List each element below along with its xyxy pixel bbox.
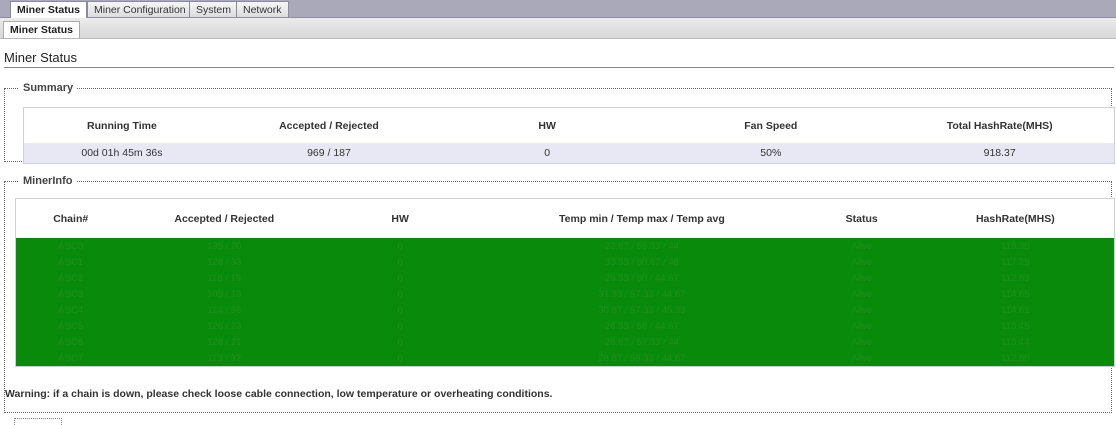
- header-temp: Temp min / Temp max / Temp avg: [477, 198, 807, 238]
- chain-accepted-rejected: 126 / 23: [125, 318, 324, 334]
- chain-accepted-rejected: 128 / 21: [125, 334, 324, 350]
- header-running-time: Running Time: [23, 107, 220, 143]
- header-status: Status: [806, 198, 917, 238]
- tab-network[interactable]: Network: [236, 1, 289, 17]
- header-total-hashrate: Total HashRate(MHS): [885, 107, 1115, 143]
- header-accepted-rejected: Accepted / Rejected: [219, 107, 439, 143]
- chain-temp: 22.67 / 55.33 / 44: [477, 238, 807, 254]
- chain-hw: 0: [323, 334, 478, 350]
- chain-status: Alive: [806, 254, 917, 270]
- chain-hashrate: 112.83: [916, 270, 1115, 286]
- chain-row: ASC7 113 / 32 0 28.67 / 59.33 / 44.67 Al…: [15, 350, 1115, 367]
- header-hw: HW: [438, 107, 657, 143]
- chain-hashrate: 117.29: [916, 254, 1115, 270]
- chain-temp: 33.33 / 60.67 / 46: [477, 254, 807, 270]
- chain-accepted-rejected: 113 / 32: [125, 350, 324, 367]
- chain-temp: 29.33 / 60 / 44.67: [477, 270, 807, 286]
- minerinfo-legend: MinerInfo: [23, 175, 73, 187]
- chain-hw: 0: [323, 350, 478, 367]
- chain-row: ASC3 109 / 13 0 31.33 / 57.33 / 44.67 Al…: [15, 286, 1115, 302]
- chain-temp: 28.67 / 59.33 / 44.67: [477, 350, 807, 367]
- chain-hw: 0: [323, 318, 478, 334]
- summary-header-row: Running Time Accepted / Rejected HW Fan …: [23, 107, 1115, 143]
- page-title: Miner Status: [4, 50, 77, 65]
- chain-status: Alive: [806, 350, 917, 367]
- minerinfo-table: Chain# Accepted / Rejected HW Temp min /…: [15, 198, 1115, 367]
- header-chain-hashrate: HashRate(MHS): [916, 198, 1115, 238]
- chain-id: ASC6: [15, 334, 126, 350]
- sub-nav-bar: Miner Status: [0, 18, 1116, 39]
- chain-hashrate: 119.30: [916, 238, 1115, 254]
- running-time-value: 00d 01h 45m 36s: [23, 143, 220, 164]
- chain-hashrate: 114.65: [916, 286, 1115, 302]
- chain-row: ASC4 114 / 36 0 30.67 / 57.33 / 45.33 Al…: [15, 302, 1115, 318]
- chain-status: Alive: [806, 238, 917, 254]
- chain-hashrate: 113.45: [916, 318, 1115, 334]
- header-chain: Chain#: [15, 198, 126, 238]
- chain-id: ASC1: [15, 254, 126, 270]
- chain-id: ASC3: [15, 286, 126, 302]
- chain-id: ASC2: [15, 270, 126, 286]
- chain-accepted-rejected: 116 / 19: [125, 270, 324, 286]
- chain-row: ASC1 128 / 33 0 33.33 / 60.67 / 46 Alive…: [15, 254, 1115, 270]
- fan-speed-value: 50%: [656, 143, 886, 164]
- chain-row: ASC2 116 / 19 0 29.33 / 60 / 44.67 Alive…: [15, 270, 1115, 286]
- chain-hw: 0: [323, 302, 478, 318]
- chain-accepted-rejected: 135 / 20: [125, 238, 324, 254]
- minerinfo-panel: MinerInfo Chain# Accepted / Rejected HW …: [4, 175, 1115, 413]
- header-fan-speed: Fan Speed: [656, 107, 886, 143]
- total-hashrate-value: 918.37: [885, 143, 1115, 164]
- tab-miner-status[interactable]: Miner Status: [10, 1, 88, 18]
- chain-row: ASC0 135 / 20 0 22.67 / 55.33 / 44 Alive…: [15, 238, 1115, 254]
- chain-id: ASC7: [15, 350, 126, 367]
- chain-accepted-rejected: 128 / 33: [125, 254, 324, 270]
- chain-temp: 30.67 / 57.33 / 45.33: [477, 302, 807, 318]
- chain-id: ASC4: [15, 302, 126, 318]
- chain-hw: 0: [323, 270, 478, 286]
- chain-status: Alive: [806, 270, 917, 286]
- chain-hw: 0: [323, 238, 478, 254]
- chain-id: ASC5: [15, 318, 126, 334]
- chain-hw: 0: [323, 286, 478, 302]
- chain-accepted-rejected: 114 / 36: [125, 302, 324, 318]
- chain-id: ASC0: [15, 238, 126, 254]
- chain-hashrate: 114.61: [916, 302, 1115, 318]
- top-nav-bar: Miner Status Miner Configuration System …: [0, 0, 1116, 18]
- summary-panel: Summary Running Time Accepted / Rejected…: [4, 82, 1115, 164]
- header-chain-accepted-rejected: Accepted / Rejected: [125, 198, 324, 238]
- title-divider: [4, 67, 1114, 68]
- summary-value-row: 00d 01h 45m 36s 969 / 187 0 50% 918.37: [23, 143, 1115, 164]
- chain-status: Alive: [806, 286, 917, 302]
- chain-temp: 31.33 / 57.33 / 44.67: [477, 286, 807, 302]
- tab-miner-configuration[interactable]: Miner Configuration: [87, 1, 193, 17]
- chain-status: Alive: [806, 318, 917, 334]
- chain-accepted-rejected: 109 / 13: [125, 286, 324, 302]
- tab-system[interactable]: System: [189, 1, 239, 17]
- chain-hw: 0: [323, 254, 478, 270]
- chain-row: ASC6 128 / 21 0 28.67 / 57.33 / 44 Alive…: [15, 334, 1115, 350]
- summary-table: Running Time Accepted / Rejected HW Fan …: [23, 107, 1115, 164]
- chain-temp: 28.67 / 57.33 / 44: [477, 334, 807, 350]
- chain-hashrate: 112.80: [916, 350, 1115, 367]
- accepted-rejected-value: 969 / 187: [219, 143, 439, 164]
- subtab-miner-status[interactable]: Miner Status: [3, 21, 81, 38]
- chain-status: Alive: [806, 334, 917, 350]
- hw-value: 0: [438, 143, 657, 164]
- summary-legend: Summary: [23, 82, 74, 94]
- chain-hashrate: 113.44: [916, 334, 1115, 350]
- chain-temp: 26.33 / 58 / 44.67: [477, 318, 807, 334]
- chain-row: ASC5 126 / 23 0 26.33 / 58 / 44.67 Alive…: [15, 318, 1115, 334]
- header-chain-hw: HW: [323, 198, 478, 238]
- chain-status: Alive: [806, 302, 917, 318]
- minerinfo-header-row: Chain# Accepted / Rejected HW Temp min /…: [15, 198, 1115, 238]
- warning-text: Warning: if a chain is down, please chec…: [5, 388, 553, 400]
